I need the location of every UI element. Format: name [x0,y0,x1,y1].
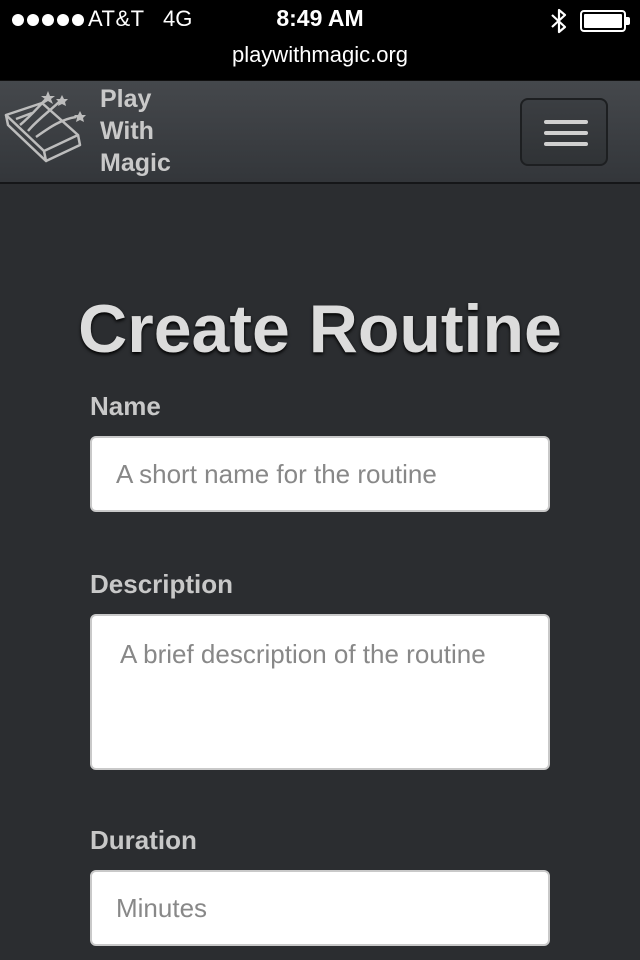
brand-line-2: With [100,117,154,145]
bluetooth-icon [551,8,567,34]
menu-bar [544,120,588,124]
menu-bar [544,142,588,146]
site-navbar: Play With Magic [0,80,640,184]
page-title: Create Routine [78,291,562,367]
duration-input[interactable] [90,870,550,946]
duration-label: Duration [90,825,197,855]
address-bar-url[interactable]: playwithmagic.org [0,42,640,68]
name-label: Name [90,391,161,421]
description-label: Description [90,569,234,599]
brand-line-1: Play [100,85,152,113]
site-brand[interactable]: Play With Magic [100,83,171,179]
battery-level [584,14,622,28]
magic-book-icon[interactable] [2,85,98,177]
status-row: AT&T 4G 8:49 AM [0,0,640,40]
battery-icon [580,10,630,32]
name-input[interactable] [90,436,550,512]
menu-toggle-button[interactable] [520,98,608,166]
brand-line-3: Magic [100,149,171,177]
menu-bar [544,131,588,135]
status-time: 8:49 AM [276,5,364,31]
description-textarea[interactable] [90,614,550,770]
status-bar: AT&T 4G 8:49 AM playwithmagic.org [0,0,640,80]
